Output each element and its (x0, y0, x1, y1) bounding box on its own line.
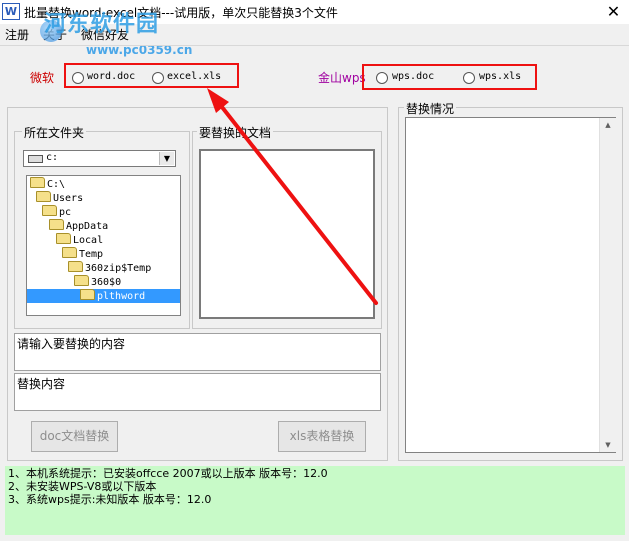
menu-separator (0, 45, 629, 46)
tree-item-label: 360zip$Temp (85, 263, 152, 274)
docs-group-title: 要替换的文档 (197, 124, 274, 141)
radio-wps-doc[interactable] (376, 72, 388, 84)
tree-item[interactable]: AppData (49, 219, 108, 233)
tree-item-label: plthword (97, 291, 146, 302)
results-group-title: 替换情况 (404, 100, 457, 117)
tree-item-label: Users (53, 193, 84, 204)
tree-item[interactable]: Local (56, 233, 103, 247)
tree-item-selected[interactable]: plthword (27, 289, 180, 303)
radio-word-doc-label[interactable]: word.doc (87, 71, 135, 82)
tree-item-label: 360$0 (91, 277, 122, 288)
tree-item[interactable]: 360$0 (74, 275, 121, 289)
radio-wps-doc-label[interactable]: wps.doc (392, 71, 434, 82)
tree-item[interactable]: Temp (62, 247, 103, 261)
folder-open-icon (36, 191, 51, 202)
status-line: 3、系统wps提示:未知版本 版本号：12.0 (8, 493, 212, 506)
radio-excel-xls-label[interactable]: excel.xls (167, 71, 221, 82)
tree-item[interactable]: Users (36, 191, 83, 205)
results-list[interactable]: ▲ ▼ (405, 117, 616, 453)
app-icon: W (2, 3, 20, 20)
folder-open-icon (80, 289, 95, 300)
replace-text-input[interactable]: 替换内容 (14, 373, 381, 411)
chevron-down-icon[interactable]: ▼ (159, 152, 174, 165)
drive-icon (28, 155, 43, 163)
office-label: 微软 (30, 71, 55, 85)
status-panel: 1、本机系统提示：已安装offcce 2007或以上版本 版本号：12.0 2、… (5, 466, 625, 535)
folder-tree[interactable]: C:\ Users pc AppData Local Temp 360zip$T… (26, 175, 181, 316)
tree-item[interactable]: pc (42, 205, 71, 219)
watermark-text: 河东软件园 (44, 12, 160, 37)
radio-wps-xls-label[interactable]: wps.xls (479, 71, 521, 82)
radio-word-doc[interactable] (72, 72, 84, 84)
folder-open-icon (42, 205, 57, 216)
menu-register[interactable]: 注册 (5, 26, 29, 43)
radio-wps-xls[interactable] (463, 72, 475, 84)
doc-replace-button[interactable]: doc文档替换 (31, 421, 118, 452)
scroll-down-icon[interactable]: ▼ (600, 438, 616, 452)
tree-item-label: AppData (66, 221, 109, 232)
tree-item[interactable]: C:\ (30, 177, 65, 191)
radio-excel-xls[interactable] (152, 72, 164, 84)
tree-item[interactable]: 360zip$Temp (68, 261, 151, 275)
folder-group-title: 所在文件夹 (22, 124, 87, 141)
folder-open-icon (74, 275, 89, 286)
folder-open-icon (56, 233, 71, 244)
tree-item-label: C:\ (47, 179, 66, 190)
folder-open-icon (62, 247, 77, 258)
tree-item-label: Temp (79, 249, 104, 260)
docs-list[interactable] (199, 149, 375, 319)
tree-item-label: Local (73, 235, 104, 246)
close-button[interactable]: ✕ (598, 0, 629, 24)
folder-open-icon (68, 261, 83, 272)
status-line: 1、本机系统提示：已安装offcce 2007或以上版本 版本号：12.0 (8, 467, 328, 480)
status-line: 2、未安装WPS-V8或以下版本 (8, 480, 157, 493)
drive-select-value: c: (46, 152, 59, 163)
results-scrollbar[interactable]: ▲ ▼ (599, 118, 616, 452)
tree-item-label: pc (59, 207, 72, 218)
find-text-input[interactable]: 请输入要替换的内容 (14, 333, 381, 371)
folder-open-icon (49, 219, 64, 230)
folder-open-icon (30, 177, 45, 188)
drive-select[interactable]: c: ▼ (23, 150, 176, 167)
xls-replace-button[interactable]: xls表格替换 (278, 421, 366, 452)
scroll-up-icon[interactable]: ▲ (600, 118, 616, 132)
wps-label: 金山wps (318, 71, 366, 85)
